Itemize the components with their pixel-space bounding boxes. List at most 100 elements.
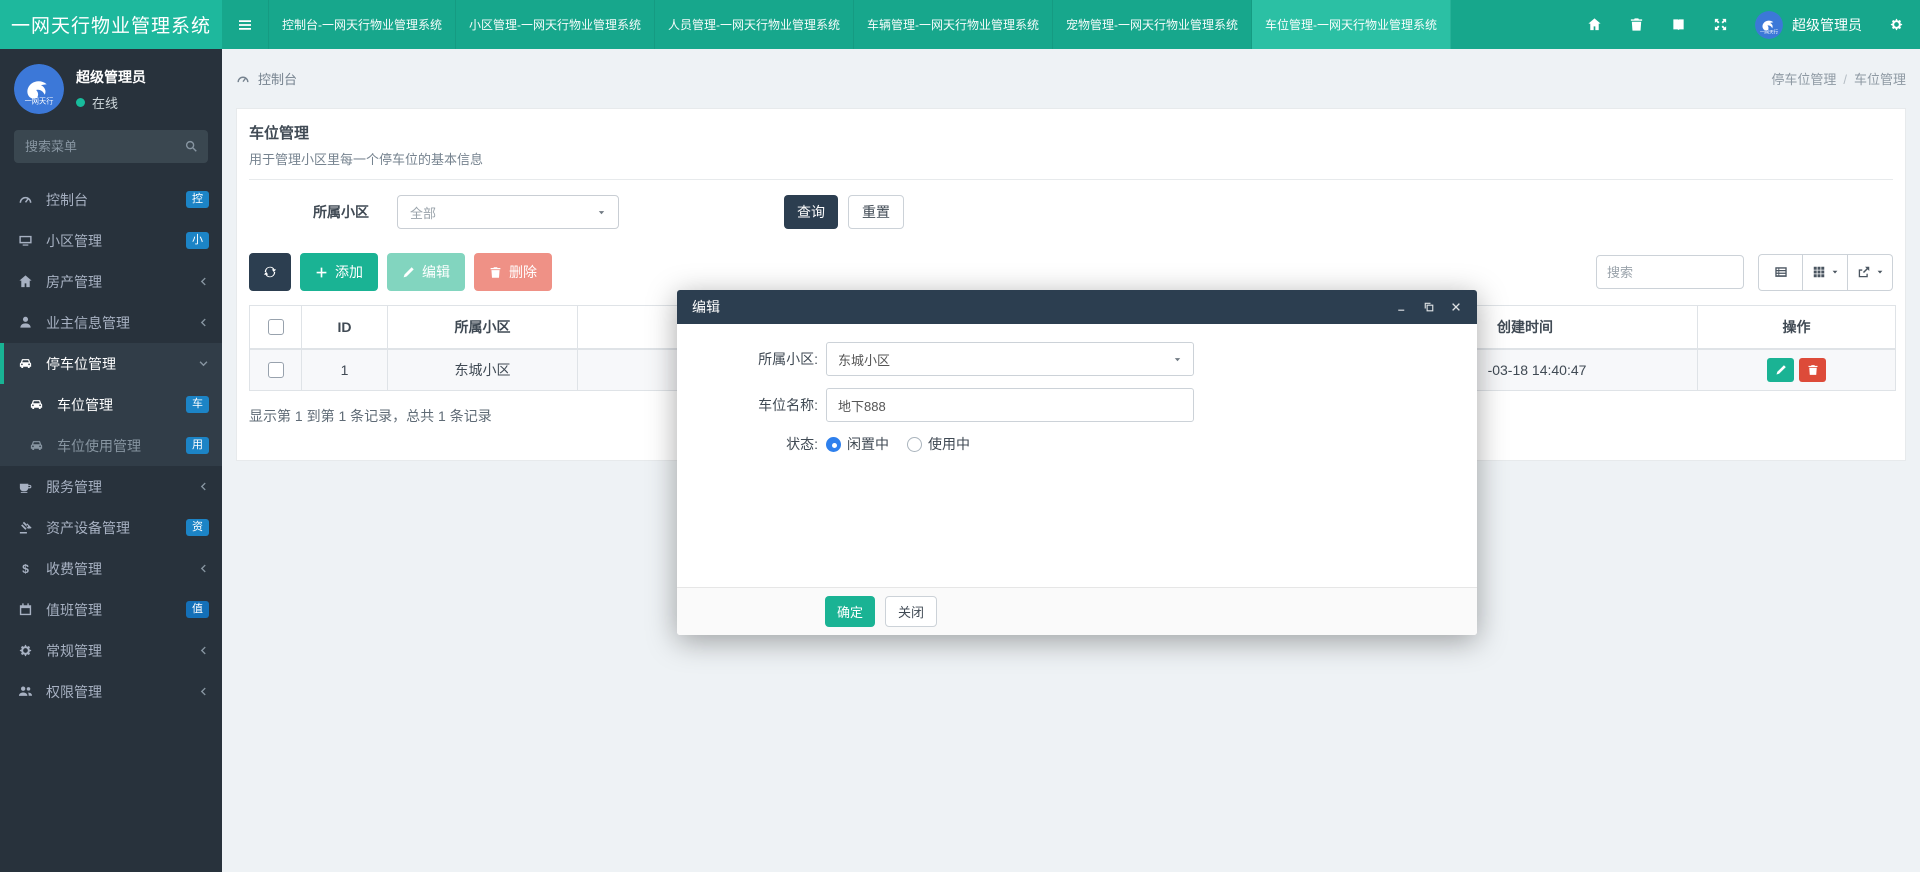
navbar-tab-label: 车位管理-一网天行物业管理系统 <box>1265 16 1437 33</box>
sidebar-item[interactable]: $ 收费管理 <box>0 548 222 589</box>
sidebar-item[interactable]: 值班管理 值 <box>0 589 222 630</box>
chevron-icon <box>198 276 209 287</box>
column-header-community: 所属小区 <box>388 306 578 350</box>
sidebar-item-icon <box>18 643 33 658</box>
sidebar-username: 超级管理员 <box>76 67 146 87</box>
community-select[interactable]: 东城小区 <box>826 342 1194 376</box>
pencil-icon <box>1775 364 1787 376</box>
sidebar-item-icon <box>18 315 33 330</box>
sidebar-item[interactable]: 小区管理 小 <box>0 220 222 261</box>
reset-button[interactable]: 重置 <box>848 195 904 229</box>
cell-id: 1 <box>302 349 388 391</box>
navbar-tab[interactable]: 控制台-一网天行物业管理系统 <box>269 0 456 49</box>
minimize-icon[interactable] <box>1396 301 1408 313</box>
sidebar-item[interactable]: 房产管理 <box>0 261 222 302</box>
export-icon <box>1857 265 1871 279</box>
refresh-button[interactable] <box>249 253 291 291</box>
table-view-buttons <box>1758 254 1893 291</box>
sidebar-item-badge: 控 <box>186 191 209 208</box>
name-field-label: 车位名称: <box>677 395 826 415</box>
menu-toggle-button[interactable] <box>222 0 269 49</box>
trash-icon <box>1807 364 1819 376</box>
sidebar-item-label: 停车位管理 <box>46 354 116 374</box>
sidebar-item-label: 车位使用管理 <box>57 436 141 456</box>
close-icon[interactable] <box>1450 301 1462 313</box>
settings-icon[interactable] <box>1889 17 1904 32</box>
detail-view-button[interactable] <box>1758 254 1803 291</box>
table-search-input[interactable] <box>1596 255 1744 289</box>
chevron-icon <box>198 481 209 492</box>
svg-text:$: $ <box>22 562 29 576</box>
sidebar-item[interactable]: 常规管理 <box>0 630 222 671</box>
sidebar-item-icon <box>18 274 33 289</box>
sidebar-item[interactable]: 业主信息管理 <box>0 302 222 343</box>
community-select-value: 东城小区 <box>838 350 1173 369</box>
sidebar-item-badge: 小 <box>186 232 209 249</box>
chevron-icon <box>198 645 209 656</box>
sidebar-item[interactable]: 资产设备管理 资 <box>0 507 222 548</box>
home-icon[interactable] <box>1587 17 1602 32</box>
community-filter-select[interactable]: 全部 <box>397 195 619 229</box>
sidebar-item[interactable]: 车位管理 车 <box>0 384 222 425</box>
column-header-id: ID <box>302 306 388 350</box>
row-delete-button[interactable] <box>1799 358 1826 382</box>
parking-name-input[interactable] <box>826 388 1194 422</box>
sidebar-item-icon: $ <box>18 561 33 576</box>
delete-button[interactable]: 删除 <box>474 253 552 291</box>
avatar: 一网天行 <box>14 64 64 114</box>
breadcrumb-home[interactable]: 控制台 <box>236 69 297 88</box>
plus-icon <box>315 266 328 279</box>
query-button[interactable]: 查询 <box>784 195 838 229</box>
sidebar-item-label: 权限管理 <box>46 682 102 702</box>
navbar-tab-label: 控制台-一网天行物业管理系统 <box>282 16 442 33</box>
sidebar-item-label: 小区管理 <box>46 231 102 251</box>
columns-button[interactable] <box>1803 254 1848 291</box>
sidebar-item[interactable]: 控制台 控 <box>0 179 222 220</box>
dialog-header[interactable]: 编辑 <box>677 290 1477 324</box>
status-radio-option[interactable]: 闲置中 <box>826 434 889 454</box>
trash-icon[interactable] <box>1629 17 1644 32</box>
radio-icon <box>907 437 922 452</box>
navbar-tab[interactable]: 车位管理-一网天行物业管理系统 <box>1252 0 1451 49</box>
user-menu[interactable]: 一网天行 超级管理员 <box>1755 11 1862 39</box>
sidebar-item-label: 服务管理 <box>46 477 102 497</box>
edit-button[interactable]: 编辑 <box>387 253 465 291</box>
maximize-icon[interactable] <box>1423 301 1435 313</box>
sidebar-item-icon <box>18 356 33 371</box>
sidebar-item[interactable]: 车位使用管理 用 <box>0 425 222 466</box>
fullscreen-icon[interactable] <box>1713 17 1728 32</box>
add-button[interactable]: 添加 <box>300 253 378 291</box>
breadcrumb-trail: 停车位管理/车位管理 <box>1771 69 1906 88</box>
sidebar-item-label: 常规管理 <box>46 641 102 661</box>
cancel-button[interactable]: 关闭 <box>885 596 937 627</box>
navbar-tab[interactable]: 车辆管理-一网天行物业管理系统 <box>854 0 1053 49</box>
confirm-button[interactable]: 确定 <box>825 596 875 627</box>
filter-form: 所属小区 全部 查询 重置 <box>313 195 1893 229</box>
sidebar-user-panel: 一网天行 超级管理员 在线 <box>0 49 222 127</box>
sidebar-item-label: 房产管理 <box>46 272 102 292</box>
breadcrumb-parent[interactable]: 停车位管理 <box>1771 72 1836 87</box>
navbar-tab[interactable]: 宠物管理-一网天行物业管理系统 <box>1053 0 1252 49</box>
app-title: 一网天行物业管理系统 <box>0 0 222 49</box>
page-title: 车位管理 <box>249 122 1893 143</box>
select-all-checkbox[interactable] <box>268 319 284 335</box>
chevron-icon <box>198 686 209 697</box>
log-book-icon[interactable] <box>1671 17 1686 32</box>
delete-button-label: 删除 <box>509 262 537 282</box>
sidebar-item-icon <box>18 233 33 248</box>
row-checkbox[interactable] <box>268 362 284 378</box>
sidebar-item-icon <box>18 684 33 699</box>
navbar-tab[interactable]: 小区管理-一网天行物业管理系统 <box>456 0 655 49</box>
sidebar-item-badge: 用 <box>186 437 209 454</box>
navbar-tab[interactable]: 人员管理-一网天行物业管理系统 <box>655 0 854 49</box>
sidebar-item-label: 收费管理 <box>46 559 102 579</box>
sidebar-item[interactable]: 权限管理 <box>0 671 222 712</box>
sidebar-search-input[interactable] <box>14 130 208 163</box>
sidebar-item-badge: 资 <box>186 519 209 536</box>
sidebar-item[interactable]: 服务管理 <box>0 466 222 507</box>
export-button[interactable] <box>1848 254 1893 291</box>
caret-down-icon <box>1173 355 1182 364</box>
row-edit-button[interactable] <box>1767 358 1794 382</box>
status-radio-option[interactable]: 使用中 <box>907 434 970 454</box>
sidebar-item[interactable]: 停车位管理 <box>0 343 222 384</box>
